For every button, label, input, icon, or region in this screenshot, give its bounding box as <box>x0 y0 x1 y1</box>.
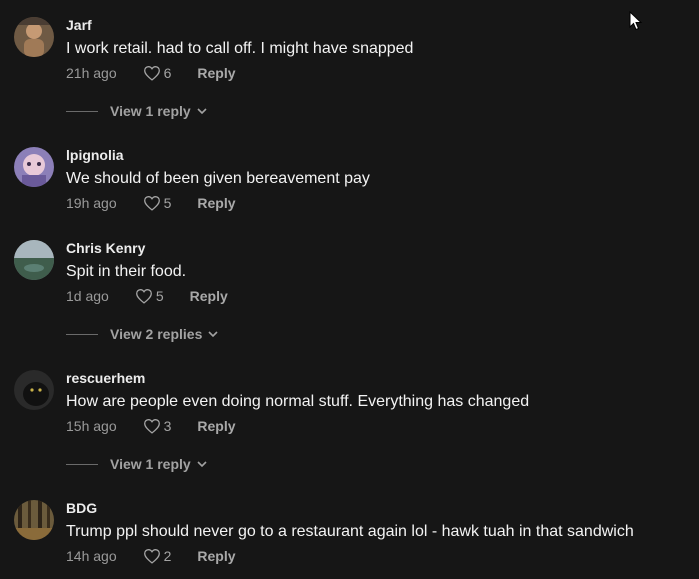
comment-time: 1d ago <box>66 288 109 304</box>
like-count: 5 <box>163 195 172 211</box>
comment-body: rescuerhem How are people even doing nor… <box>66 370 529 436</box>
divider-line <box>66 110 98 112</box>
comment-text: Trump ppl should never go to a restauran… <box>66 523 634 540</box>
avatar[interactable] <box>14 17 54 57</box>
like-count: 5 <box>155 288 164 304</box>
comment-username[interactable]: rescuerhem <box>66 370 529 386</box>
view-replies-label: View 1 reply <box>110 103 191 119</box>
view-replies-button[interactable]: View 2 replies <box>66 326 218 342</box>
chevron-down-icon <box>208 330 218 338</box>
heart-outline-icon <box>143 419 160 434</box>
like-button[interactable]: 2 <box>143 548 172 564</box>
view-replies-label: View 1 reply <box>110 456 191 472</box>
comment-username[interactable]: Jarf <box>66 17 413 33</box>
heart-outline-icon <box>143 66 160 81</box>
comment-meta: 19h ago 5 Reply <box>66 193 370 213</box>
comment-username[interactable]: Chris Kenry <box>66 240 228 256</box>
heart-outline-icon <box>143 196 160 211</box>
divider-line <box>66 463 98 465</box>
comment-body: Jarf I work retail. had to call off. I m… <box>66 17 413 83</box>
like-button[interactable]: 5 <box>143 195 172 211</box>
heart-outline-icon <box>143 549 160 564</box>
comment-text: Spit in their food. <box>66 263 187 280</box>
view-replies-button[interactable]: View 1 reply <box>66 103 207 119</box>
comment-time: 15h ago <box>66 418 117 434</box>
comment-username[interactable]: BDG <box>66 500 634 516</box>
view-replies-label: View 2 replies <box>110 326 203 342</box>
mouse-pointer-icon <box>629 10 643 36</box>
avatar[interactable] <box>14 147 54 187</box>
reply-button[interactable]: Reply <box>197 65 235 81</box>
like-button[interactable]: 3 <box>143 418 172 434</box>
like-count: 6 <box>163 65 172 81</box>
comment-body: lpignolia We should of been given bereav… <box>66 147 370 213</box>
comment-meta: 21h ago 6 Reply <box>66 63 413 83</box>
chevron-down-icon <box>197 107 207 115</box>
avatar[interactable] <box>14 240 54 280</box>
avatar[interactable] <box>14 370 54 410</box>
chevron-down-icon <box>197 460 207 468</box>
like-count: 3 <box>163 418 172 434</box>
like-count: 2 <box>163 548 172 564</box>
view-replies-button[interactable]: View 1 reply <box>66 456 207 472</box>
comment-username[interactable]: lpignolia <box>66 147 370 163</box>
comment-text: I work retail. had to call off. I might … <box>66 40 414 57</box>
reply-button[interactable]: Reply <box>197 195 235 211</box>
comment-body: BDG Trump ppl should never go to a resta… <box>66 500 634 566</box>
comment-text: We should of been given bereavement pay <box>66 170 370 187</box>
comment-text: How are people even doing normal stuff. … <box>66 393 530 410</box>
divider-line <box>66 333 98 335</box>
comment-meta: 1d ago 5 Reply <box>66 286 228 306</box>
reply-button[interactable]: Reply <box>197 418 235 434</box>
avatar[interactable] <box>14 500 54 540</box>
comment-time: 14h ago <box>66 548 117 564</box>
comment-body: Chris Kenry Spit in their food. 1d ago 5… <box>66 240 228 306</box>
comment-time: 19h ago <box>66 195 117 211</box>
heart-outline-icon <box>135 289 152 304</box>
like-button[interactable]: 5 <box>135 288 164 304</box>
reply-button[interactable]: Reply <box>190 288 228 304</box>
comment-meta: 14h ago 2 Reply <box>66 546 634 566</box>
like-button[interactable]: 6 <box>143 65 172 81</box>
reply-button[interactable]: Reply <box>197 548 235 564</box>
comment-meta: 15h ago 3 Reply <box>66 416 529 436</box>
comment-time: 21h ago <box>66 65 117 81</box>
